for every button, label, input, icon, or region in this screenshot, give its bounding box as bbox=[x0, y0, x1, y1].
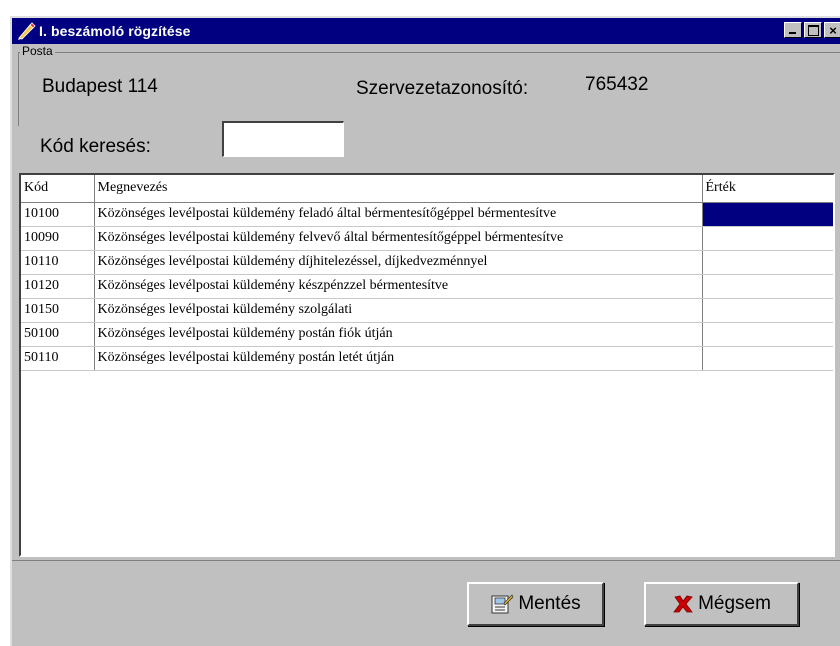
cell-code[interactable]: 50110 bbox=[21, 346, 95, 371]
code-search-input[interactable] bbox=[222, 121, 344, 157]
window-controls: × bbox=[782, 22, 840, 38]
save-button-label: Mentés bbox=[518, 593, 581, 614]
cell-name[interactable]: Közönséges levélpostai küldemény díjhite… bbox=[94, 250, 703, 275]
cell-value[interactable] bbox=[702, 250, 833, 275]
save-button[interactable]: Mentés bbox=[467, 582, 604, 626]
maximize-button[interactable] bbox=[804, 22, 822, 38]
column-header-code[interactable]: Kód bbox=[21, 175, 95, 203]
cell-code[interactable]: 10110 bbox=[21, 250, 95, 275]
red-x-icon bbox=[672, 593, 694, 615]
cell-value[interactable] bbox=[702, 202, 833, 227]
cell-name[interactable]: Közönséges levélpostai küldemény postán … bbox=[94, 322, 703, 347]
table-row[interactable]: 10090 Közönséges levélpostai küldemény f… bbox=[21, 226, 833, 251]
cell-code[interactable]: 10120 bbox=[21, 274, 95, 299]
org-id-label: Szervezetazonosító: bbox=[356, 78, 529, 99]
cell-name[interactable]: Közönséges levélpostai küldemény felvevő… bbox=[94, 226, 703, 251]
post-office-name: Budapest 114 bbox=[42, 76, 158, 97]
report-grid[interactable]: Kód Megnevezés Érték 10100 Közönséges le… bbox=[19, 173, 835, 557]
column-header-value[interactable]: Érték bbox=[702, 175, 833, 203]
cell-name[interactable]: Közönséges levélpostai küldemény készpén… bbox=[94, 274, 703, 299]
cell-code[interactable]: 10090 bbox=[21, 226, 95, 251]
table-row[interactable]: 10100 Közönséges levélpostai küldemény f… bbox=[21, 202, 833, 227]
cell-name[interactable]: Közönséges levélpostai küldemény szolgál… bbox=[94, 298, 703, 323]
close-icon: × bbox=[829, 22, 837, 38]
title-bar[interactable]: I. beszámoló rögzítése × bbox=[12, 18, 840, 44]
pen-app-icon bbox=[18, 22, 36, 40]
table-row[interactable]: 10120 Közönséges levélpostai küldemény k… bbox=[21, 274, 833, 299]
cell-value[interactable] bbox=[702, 298, 833, 323]
minimize-button[interactable] bbox=[784, 22, 802, 38]
cell-value[interactable] bbox=[702, 322, 833, 347]
table-row[interactable]: 50110 Közönséges levélpostai küldemény p… bbox=[21, 346, 833, 371]
code-search-label: Kód keresés: bbox=[40, 136, 151, 157]
table-row[interactable]: 50100 Közönséges levélpostai küldemény p… bbox=[21, 322, 833, 347]
cell-code[interactable]: 10100 bbox=[21, 202, 95, 227]
org-id-value: 765432 bbox=[585, 74, 649, 95]
column-header-name[interactable]: Megnevezés bbox=[94, 175, 703, 203]
close-button[interactable]: × bbox=[824, 22, 840, 38]
cell-value[interactable] bbox=[702, 274, 833, 299]
table-header-row: Kód Megnevezés Érték bbox=[21, 175, 833, 203]
save-icon bbox=[490, 593, 514, 615]
dialog-window: I. beszámoló rögzítése × Posta Budapest … bbox=[10, 16, 840, 646]
cell-code[interactable]: 10150 bbox=[21, 298, 95, 323]
cell-name[interactable]: Közönséges levélpostai küldemény postán … bbox=[94, 346, 703, 371]
cell-value[interactable] bbox=[702, 346, 833, 371]
group-label-posta: Posta bbox=[20, 44, 55, 58]
report-table: Kód Megnevezés Érték 10100 Közönséges le… bbox=[21, 175, 833, 371]
window-title: I. beszámoló rögzítése bbox=[39, 23, 191, 39]
cell-name[interactable]: Közönséges levélpostai küldemény feladó … bbox=[94, 202, 703, 227]
cell-code[interactable]: 50100 bbox=[21, 322, 95, 347]
cell-value[interactable] bbox=[702, 226, 833, 251]
table-row[interactable]: 10110 Közönséges levélpostai küldemény d… bbox=[21, 250, 833, 275]
cancel-button-label: Mégsem bbox=[698, 593, 771, 614]
table-row[interactable]: 10150 Közönséges levélpostai küldemény s… bbox=[21, 298, 833, 323]
cancel-button[interactable]: Mégsem bbox=[644, 582, 799, 626]
